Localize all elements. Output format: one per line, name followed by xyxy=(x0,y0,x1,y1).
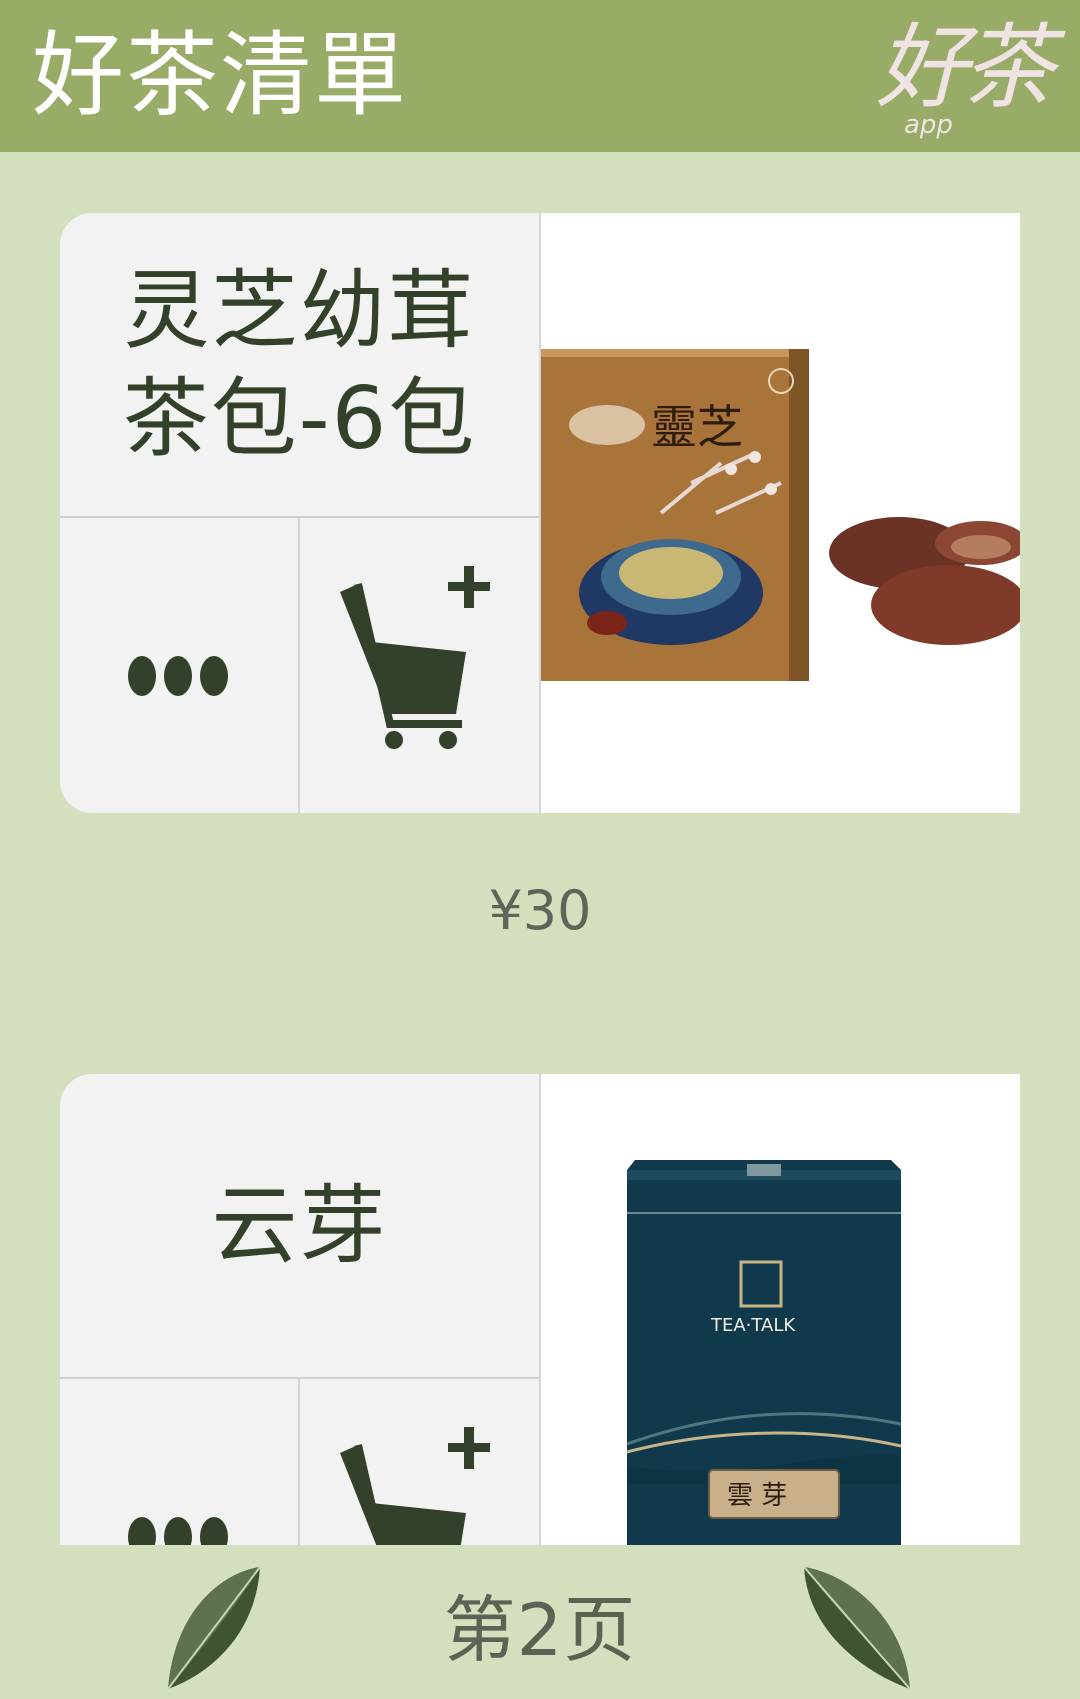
more-button[interactable] xyxy=(60,518,298,813)
add-to-cart-button[interactable] xyxy=(300,1379,539,1545)
product-list[interactable]: 灵芝幼茸茶包-6包 靈芝 ¥30 云芽 TEA·TALK 雲 芽 xyxy=(0,152,1080,1545)
svg-text:TEA·TALK: TEA·TALK xyxy=(710,1315,796,1336)
leaf-right-icon[interactable] xyxy=(800,1563,920,1693)
svg-text:靈芝: 靈芝 xyxy=(651,400,743,454)
add-to-cart-icon xyxy=(340,566,490,749)
yunya-tea-box-image[interactable]: TEA·TALK 雲 芽 xyxy=(541,1074,1020,1545)
svg-text:雲 芽: 雲 芽 xyxy=(727,1481,787,1511)
logo-text: 好茶 xyxy=(876,14,1054,121)
product-name: 云芽 xyxy=(211,1175,388,1276)
product-name: 灵芝幼茸茶包-6包 xyxy=(122,260,477,469)
add-to-cart-button[interactable] xyxy=(300,518,539,813)
app-header: 好茶清單 好茶 app xyxy=(0,0,1080,152)
product-price: ¥30 xyxy=(488,879,592,942)
product-card: 灵芝幼茸茶包-6包 靈芝 xyxy=(60,213,1020,813)
app-logo: 好茶 app xyxy=(868,8,1068,146)
pagination-footer: 第2页 xyxy=(0,1545,1080,1699)
product-card: 云芽 TEA·TALK 雲 芽 xyxy=(60,1074,1020,1545)
more-button[interactable] xyxy=(60,1379,298,1545)
add-to-cart-icon xyxy=(340,1427,490,1545)
product-info-panel: 云芽 xyxy=(60,1074,539,1545)
reishi-tea-box-image[interactable]: 靈芝 xyxy=(541,213,1020,813)
product-info-panel: 灵芝幼茸茶包-6包 xyxy=(60,213,539,813)
logo-sub: app xyxy=(904,110,953,140)
page-title: 好茶清單 xyxy=(32,22,409,129)
